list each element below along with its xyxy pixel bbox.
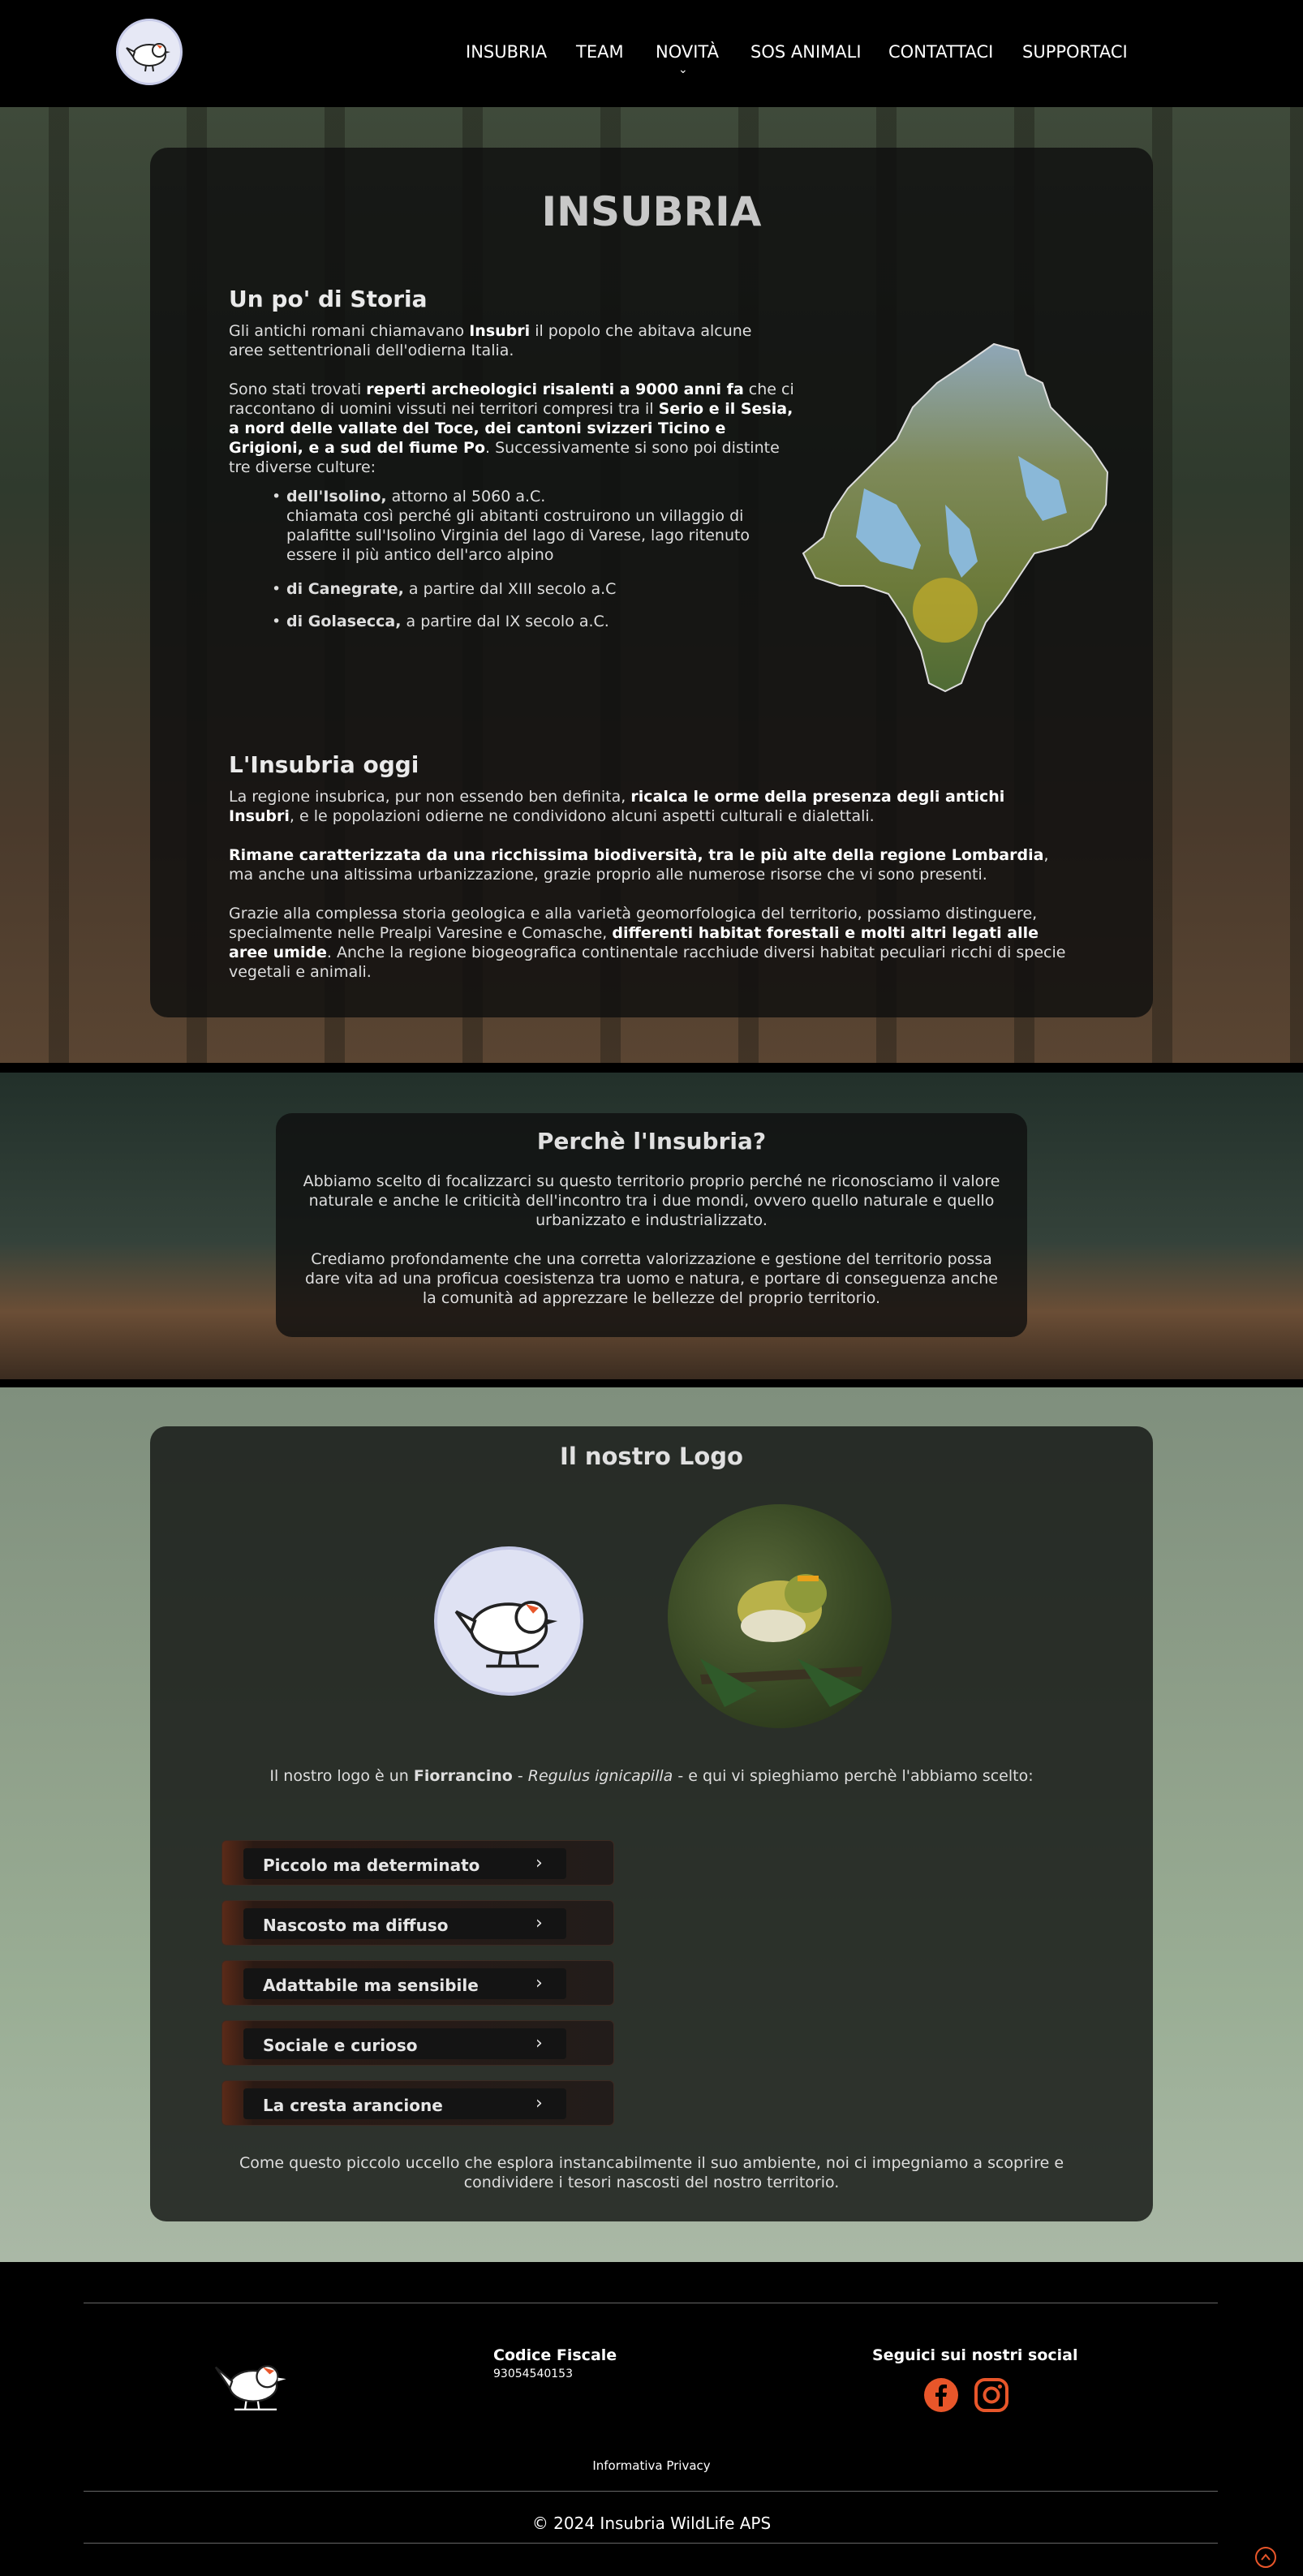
perche-heading: Perchè l'Insubria?	[536, 1128, 767, 1155]
scroll-top-icon[interactable]	[1254, 2546, 1277, 2569]
chevron-right-icon: ›	[535, 2033, 543, 2053]
storia-paragraph-2: Sono stati trovati reperti archeologici …	[229, 381, 794, 476]
bird-logo-icon	[126, 43, 170, 72]
culture-golasecca: di Golasecca, a partire dal IX secolo a.…	[272, 612, 757, 631]
facebook-icon[interactable]	[923, 2377, 959, 2413]
privacy-link[interactable]: Informativa Privacy	[0, 2458, 1303, 2473]
culture-canegrate: di Canegrate, a partire dal XIII secolo …	[272, 579, 757, 599]
main-nav: INSUBRIA TEAM NOVITÀ ⌄ SOS ANIMALI CONTA…	[454, 0, 1152, 107]
logo-intro: Il nostro logo è un Fiorrancino - Regulu…	[269, 1767, 1034, 1785]
culture-isolino: dell'Isolino, attorno al 5060 a.C.chiama…	[272, 487, 757, 565]
nav-item-team[interactable]: TEAM	[576, 42, 624, 62]
insubria-card: INSUBRIA Un po' di Storia Gli antichi ro…	[150, 148, 1153, 1017]
footer-bird-logo-icon	[214, 2365, 286, 2410]
site-header: INSUBRIA TEAM NOVITÀ ⌄ SOS ANIMALI CONTA…	[0, 0, 1303, 107]
logo-closing-text: Come questo piccolo uccello che esplora …	[239, 2154, 1064, 2191]
perche-card: Perchè l'Insubria? Abbiamo scelto di foc…	[276, 1113, 1027, 1337]
logo-heading: Il nostro Logo	[560, 1443, 743, 1470]
codice-fiscale-label: Codice Fiscale	[493, 2346, 617, 2364]
site-footer: Codice Fiscale 93054540153 Seguici sui n…	[0, 2262, 1303, 2576]
logo-section: Il nostro Logo Il nostro logo è un Fiorr…	[0, 1387, 1303, 2262]
insubria-map-image	[802, 342, 1109, 693]
accordion-label: Sociale e curioso	[263, 2036, 418, 2055]
site-logo[interactable]	[116, 19, 183, 85]
accordion-label: Adattabile ma sensibile	[263, 1976, 479, 1995]
storia-heading: Un po' di Storia	[229, 286, 428, 312]
nav-item-supportaci[interactable]: SUPPORTACI	[1022, 42, 1128, 62]
chevron-down-icon[interactable]: ⌄	[678, 63, 688, 76]
accordion-label: La cresta arancione	[263, 2096, 443, 2115]
chevron-right-icon: ›	[535, 1973, 543, 1993]
storia-paragraph-1: Gli antichi romani chiamavano Insubri il…	[229, 322, 752, 359]
nav-item-novita[interactable]: NOVITÀ	[656, 42, 719, 62]
page-title: INSUBRIA	[541, 188, 762, 235]
insubria-section: INSUBRIA Un po' di Storia Gli antichi ro…	[0, 107, 1303, 1063]
divider	[84, 2543, 1218, 2544]
nav-item-insubria[interactable]: INSUBRIA	[466, 42, 547, 62]
accordion-item-adattabile[interactable]: Adattabile ma sensibile ›	[221, 1960, 614, 2006]
divider	[84, 2491, 1218, 2492]
chevron-right-icon: ›	[535, 1853, 543, 1873]
chevron-right-icon: ›	[535, 2093, 543, 2114]
bird-logo-icon	[454, 1600, 558, 1668]
logo-card: Il nostro Logo Il nostro logo è un Fiorr…	[150, 1426, 1153, 2221]
firecrest-photo	[668, 1504, 892, 1728]
oggi-paragraph-3: Grazie alla complessa storia geologica e…	[229, 905, 1066, 981]
logo-illustration	[434, 1546, 583, 1696]
chevron-right-icon: ›	[535, 1913, 543, 1933]
codice-fiscale-value: 93054540153	[493, 2367, 573, 2380]
accordion-item-sociale[interactable]: Sociale e curioso ›	[221, 2020, 614, 2066]
oggi-heading: L'Insubria oggi	[229, 751, 419, 778]
firecrest-bird-image	[700, 1574, 862, 1707]
instagram-icon[interactable]	[974, 2377, 1009, 2413]
nav-item-sos-animali[interactable]: SOS ANIMALI	[750, 42, 862, 62]
copyright: © 2024 Insubria WildLife APS	[531, 2514, 772, 2533]
accordion-item-piccolo[interactable]: Piccolo ma determinato ›	[221, 1840, 614, 1886]
perche-paragraph-2: Crediamo profondamente che una corretta …	[305, 1250, 998, 1307]
accordion-label: Piccolo ma determinato	[263, 1856, 480, 1875]
perche-section: Perchè l'Insubria? Abbiamo scelto di foc…	[0, 1073, 1303, 1379]
accordion-item-cresta[interactable]: La cresta arancione ›	[221, 2080, 614, 2126]
social-heading: Seguici sui nostri social	[872, 2346, 1078, 2364]
accordion-item-nascosto[interactable]: Nascosto ma diffuso ›	[221, 1900, 614, 1946]
perche-paragraph-1: Abbiamo scelto di focalizzarci su questo…	[303, 1172, 1000, 1229]
oggi-paragraph-1: La regione insubrica, pur non essendo be…	[229, 788, 1005, 825]
nav-item-contattaci[interactable]: CONTATTACI	[888, 42, 993, 62]
accordion-label: Nascosto ma diffuso	[263, 1916, 449, 1935]
oggi-paragraph-2: Rimane caratterizzata da una ricchissima…	[229, 846, 1049, 884]
